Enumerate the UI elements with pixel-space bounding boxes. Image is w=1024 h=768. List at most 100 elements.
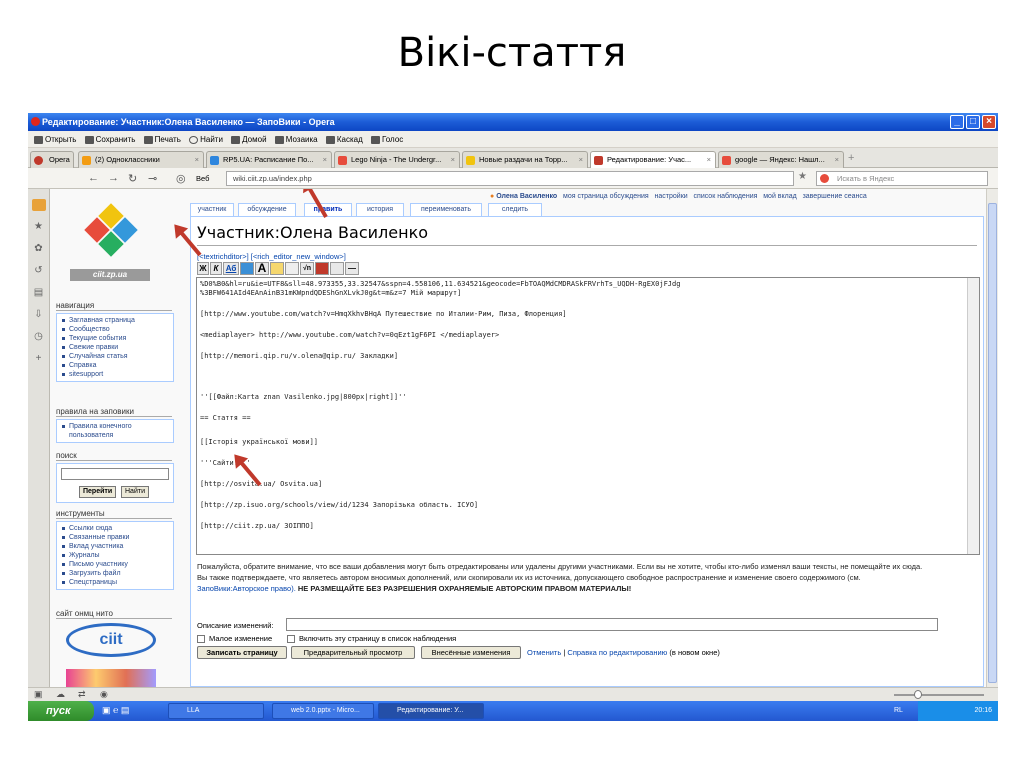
panel-feeds-icon[interactable] (31, 199, 46, 211)
widgets-icon[interactable]: ✿ (32, 243, 46, 255)
tab-edit[interactable]: править (304, 203, 352, 216)
minor-edit-checkbox[interactable]: Малое изменение (197, 634, 272, 644)
watchlist-link[interactable]: список наблюдения (694, 193, 758, 200)
tab-user[interactable]: участник (190, 203, 234, 216)
taskbar-item-lla[interactable]: LLA (168, 703, 264, 719)
ciit-logo[interactable]: ciit (66, 623, 156, 657)
editor-switch-links[interactable]: [<textrichditor>] [<rich_editor_new_wind… (197, 252, 346, 261)
nowiki-icon[interactable] (315, 262, 329, 275)
new-tab-icon[interactable]: + (848, 152, 860, 164)
history-icon[interactable]: ↺ (32, 265, 46, 277)
page-scrollbar[interactable] (986, 189, 998, 687)
go-button[interactable]: Перейти (79, 486, 117, 498)
nav-link[interactable]: Заглавная страница (62, 316, 169, 325)
site-logo[interactable]: ciit.zp.ua (62, 199, 158, 295)
nav-link[interactable]: sitesupport (62, 370, 169, 379)
tab-edit-page[interactable]: Редактирование: Учас... × (590, 151, 716, 168)
tab-rp5[interactable]: RP5.UA: Расписание По... × (206, 151, 332, 168)
signature-icon[interactable] (330, 262, 344, 275)
italic-button[interactable]: К (210, 262, 222, 275)
bookmark-star-icon[interactable]: ★ (798, 171, 807, 182)
menu-home[interactable]: Домой (231, 131, 267, 148)
sidebar-search-input[interactable] (61, 468, 169, 480)
logout-link[interactable]: завершение сеанса (803, 193, 867, 200)
tab-close-icon[interactable]: × (323, 152, 327, 168)
bookmarks-icon[interactable]: ★ (32, 221, 46, 233)
search-input[interactable]: Искать в Яндекс (816, 171, 988, 186)
my-talk-link[interactable]: моя страница обсуждения (563, 193, 649, 200)
cloud-icon[interactable]: ☁ (56, 689, 65, 700)
globe-link-icon[interactable] (240, 262, 254, 275)
taskbar-item-opera[interactable]: Редактирование: У... (378, 703, 484, 719)
nav-link[interactable]: Справка (62, 361, 169, 370)
hr-button[interactable]: — (345, 262, 359, 275)
tab-odnoklassniki[interactable]: (2) Одноклассники × (78, 151, 204, 168)
tool-link[interactable]: Журналы (62, 551, 169, 560)
taskbar-item-powerpoint[interactable]: web 2.0.pptx - Micro... (272, 703, 374, 719)
panel-toggle-icon[interactable]: ▣ (34, 689, 43, 700)
nav-link[interactable]: Свежие правки (62, 343, 169, 352)
zoom-slider-handle[interactable] (914, 690, 922, 699)
forward-icon[interactable]: → (108, 172, 119, 184)
key-icon[interactable]: ⊸ (148, 172, 157, 185)
tool-link[interactable]: Загрузить файл (62, 569, 169, 578)
reload-icon[interactable]: ↻ (128, 172, 137, 185)
editor-scrollbar[interactable] (967, 278, 979, 554)
copyright-link[interactable]: ЗапоВики:Авторское право). (197, 584, 296, 593)
math-icon[interactable]: √n (300, 262, 314, 275)
tool-link[interactable]: Ссылки сюда (62, 524, 169, 533)
contributions-link[interactable]: мой вклад (763, 193, 796, 200)
menu-voice[interactable]: Голос (370, 131, 403, 148)
find-button[interactable]: Найти (121, 486, 149, 498)
link-button[interactable]: Аб (223, 262, 239, 275)
nav-link[interactable]: Сообщество (62, 325, 169, 334)
window-titlebar[interactable]: Редактирование: Участник:Олена Василенко… (28, 113, 998, 131)
tab-close-icon[interactable]: × (707, 152, 711, 168)
nav-link[interactable]: Текущие события (62, 334, 169, 343)
headline-button[interactable]: A (255, 262, 269, 275)
save-page-button[interactable]: Записать страницу (197, 646, 287, 659)
downloads-icon[interactable]: ⇩ (32, 309, 46, 321)
tab-close-icon[interactable]: × (451, 152, 455, 168)
media-icon[interactable] (285, 262, 299, 275)
wikitext-editor[interactable]: %D0%B0&hl=ru&ie=UTF8&sll=48.973355,33.32… (196, 277, 980, 555)
menu-find[interactable]: Найти (189, 131, 223, 148)
preferences-link[interactable]: настройки (655, 193, 688, 200)
tab-history[interactable]: история (356, 203, 404, 216)
edit-help-link[interactable]: Справка по редактированию (567, 648, 667, 657)
tab-watch[interactable]: следить (488, 203, 542, 216)
rules-link[interactable]: Правила конечного пользователя (62, 422, 169, 440)
menu-save[interactable]: Сохранить (84, 131, 135, 148)
menu-print[interactable]: Печать (143, 131, 181, 148)
back-icon[interactable]: ← (88, 172, 99, 184)
turbo-icon[interactable]: ◉ (100, 689, 108, 700)
zoom-slider[interactable] (894, 694, 984, 696)
tab-close-icon[interactable]: × (579, 152, 583, 168)
tab-move[interactable]: переименовать (410, 203, 482, 216)
notes-icon[interactable]: ▤ (32, 287, 46, 299)
menu-open[interactable]: Открыть (34, 131, 76, 148)
user-link[interactable]: Олена Василенко (496, 193, 557, 200)
tab-close-icon[interactable]: × (835, 152, 839, 168)
tab-torrent[interactable]: Новые раздачи на Торр... × (462, 151, 588, 168)
watch-checkbox[interactable]: Включить эту страницу в список наблюдени… (287, 634, 456, 644)
tab-lego[interactable]: Lego Ninja - The Undergr... × (334, 151, 460, 168)
clock-icon[interactable]: ◷ (32, 331, 46, 343)
close-button[interactable]: × (982, 115, 996, 129)
tool-link[interactable]: Связанные правки (62, 533, 169, 542)
minimize-button[interactable]: _ (950, 115, 964, 129)
tool-link[interactable]: Спецстраницы (62, 578, 169, 587)
tab-close-icon[interactable]: × (195, 152, 199, 168)
tab-yandex[interactable]: google — Яндекс: Нашл... × (718, 151, 844, 168)
image-icon[interactable] (270, 262, 284, 275)
tool-link[interactable]: Вклад участника (62, 542, 169, 551)
show-changes-button[interactable]: Внесённые изменения (421, 646, 521, 659)
cancel-link[interactable]: Отменить (527, 648, 561, 657)
language-indicator[interactable]: RL (894, 701, 903, 721)
add-panel-icon[interactable]: + (32, 353, 46, 365)
tool-link[interactable]: Письмо участнику (62, 560, 169, 569)
bold-button[interactable]: Ж (197, 262, 209, 275)
tab-discussion[interactable]: обсуждение (238, 203, 296, 216)
menu-tile[interactable]: Мозаика (274, 131, 318, 148)
quick-launch-icons[interactable]: ▣ ℮ ▤ (102, 705, 152, 717)
